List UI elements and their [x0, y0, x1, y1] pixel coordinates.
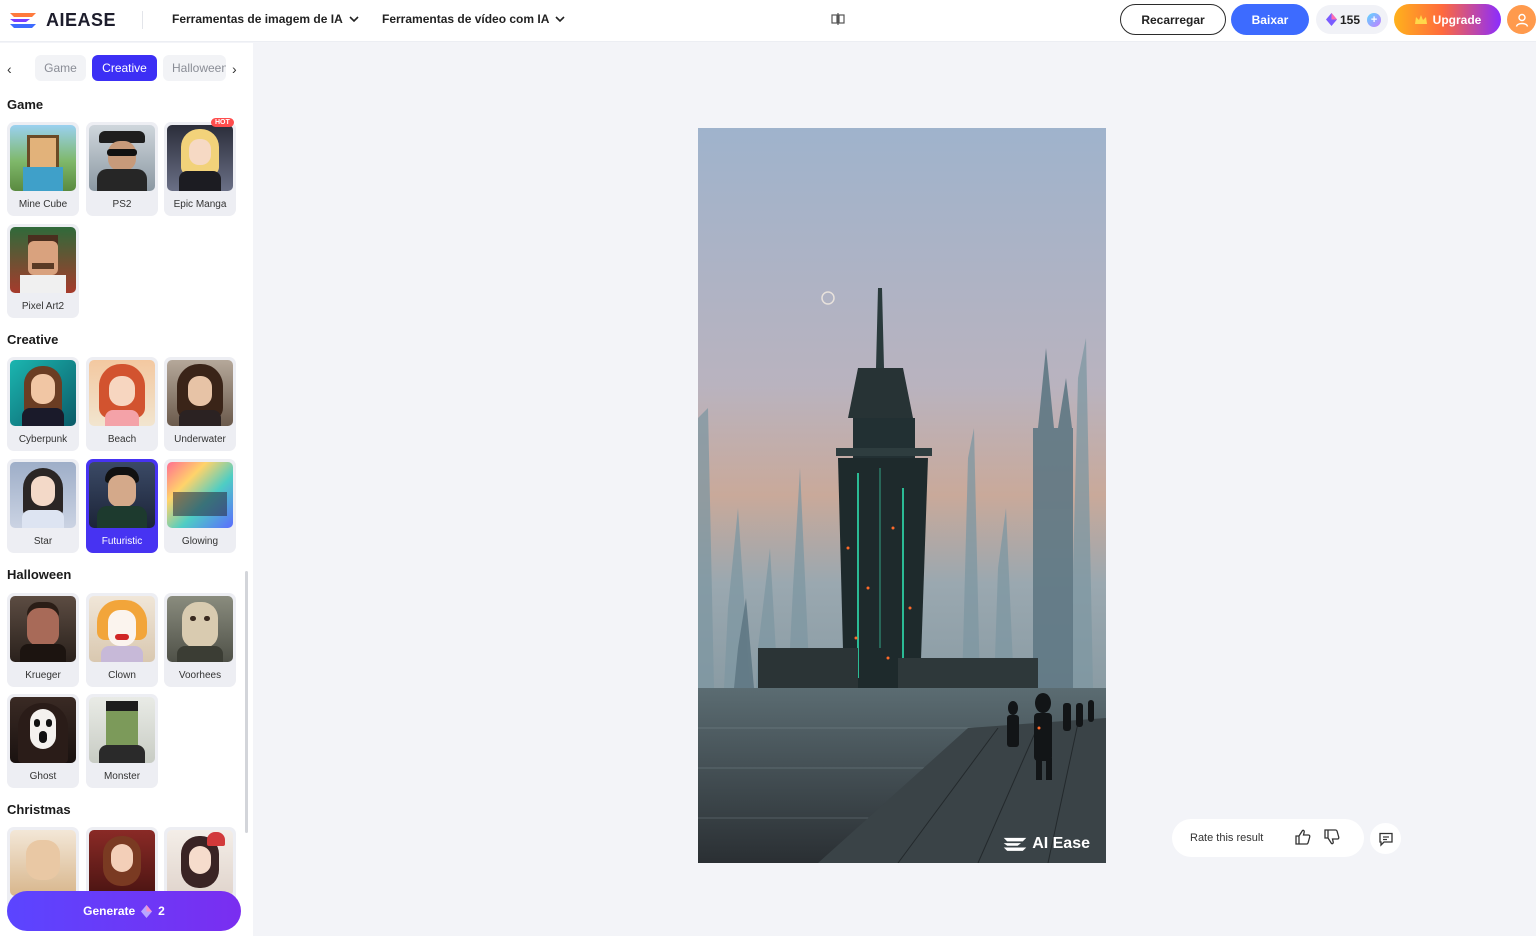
style-card-monster[interactable]: Monster	[86, 694, 158, 788]
style-card-voorhees[interactable]: Voorhees	[164, 593, 236, 687]
chevron-down-icon	[349, 16, 359, 23]
style-thumbnail	[167, 596, 233, 662]
tab-game[interactable]: Game	[35, 55, 86, 81]
style-thumbnail	[10, 125, 76, 191]
style-card-clown[interactable]: Clown	[86, 593, 158, 687]
menu-video-tools-label: Ferramentas de vídeo com IA	[382, 12, 550, 26]
style-thumbnail	[89, 697, 155, 763]
upgrade-label: Upgrade	[1432, 12, 1482, 27]
section-title-halloween: Halloween	[7, 567, 72, 582]
style-sidebar: ‹ Game Creative Halloween › Game Mine Cu…	[0, 43, 253, 936]
rating-panel: Rate this result	[1172, 819, 1364, 857]
style-thumbnail	[167, 125, 233, 191]
tabs-prev-icon[interactable]: ‹	[7, 61, 12, 77]
style-thumbnail	[10, 830, 76, 896]
style-label: Monster	[103, 771, 141, 782]
style-thumbnail	[10, 360, 76, 426]
menu-image-tools[interactable]: Ferramentas de imagem de IA	[172, 12, 359, 26]
logo-icon	[10, 13, 36, 28]
section-title-game: Game	[7, 97, 44, 112]
style-thumbnail	[89, 462, 155, 528]
rating-label: Rate this result	[1190, 832, 1264, 844]
generate-cost: 2	[158, 904, 165, 918]
watermark-text: AI Ease	[1032, 835, 1090, 852]
top-header: AIEASE Ferramentas de imagem de IA Ferra…	[0, 0, 1536, 42]
logo-text: AIEASE	[46, 9, 117, 30]
tab-creative[interactable]: Creative	[92, 55, 157, 81]
style-card-futuristic[interactable]: Futuristic	[86, 459, 158, 553]
style-label: Krueger	[25, 670, 61, 681]
style-card-krueger[interactable]: Krueger	[7, 593, 79, 687]
style-card-beach[interactable]: Beach	[86, 357, 158, 451]
feedback-button[interactable]	[1370, 823, 1401, 854]
style-label: Clown	[108, 670, 136, 681]
style-label: Cyberpunk	[18, 434, 68, 445]
style-label: Epic Manga	[173, 199, 227, 210]
user-icon	[1515, 13, 1528, 27]
compare-icon[interactable]	[830, 11, 846, 32]
style-thumbnail	[167, 360, 233, 426]
add-credits-icon[interactable]: +	[1367, 12, 1382, 27]
section-title-christmas: Christmas	[7, 802, 71, 817]
generate-label: Generate	[83, 904, 136, 918]
style-label: Voorhees	[178, 670, 222, 681]
generate-button[interactable]: Generate 2	[7, 891, 241, 931]
style-card-cyberpunk[interactable]: Cyberpunk	[7, 357, 79, 451]
style-label: Pixel Art2	[21, 301, 65, 312]
recharge-button[interactable]: Recarregar	[1120, 4, 1226, 35]
style-card-glowing[interactable]: Glowing	[164, 459, 236, 553]
style-card-underwater[interactable]: Underwater	[164, 357, 236, 451]
hot-badge: HOT	[211, 118, 234, 127]
style-thumbnail	[10, 697, 76, 763]
crown-icon	[1414, 14, 1427, 24]
gem-icon	[1326, 13, 1337, 26]
style-label: Futuristic	[101, 536, 143, 547]
logo[interactable]: AIEASE	[8, 9, 116, 31]
menu-video-tools[interactable]: Ferramentas de vídeo com IA	[382, 12, 565, 26]
style-thumbnail	[89, 125, 155, 191]
chevron-down-icon	[555, 16, 565, 23]
header-divider	[142, 11, 143, 29]
gem-icon	[141, 904, 153, 918]
tabs-next-icon[interactable]: ›	[232, 61, 237, 77]
style-card-ps2[interactable]: PS2	[86, 122, 158, 216]
style-card-star[interactable]: Star	[7, 459, 79, 553]
credits-count: 155	[1340, 12, 1361, 27]
download-button[interactable]: Baixar	[1231, 4, 1309, 35]
style-thumbnail	[10, 227, 76, 293]
style-card-pixel-art2[interactable]: Pixel Art2	[7, 224, 79, 318]
style-label: Mine Cube	[18, 199, 68, 210]
tab-halloween[interactable]: Halloween	[163, 55, 226, 81]
style-label: Underwater	[174, 434, 226, 445]
style-thumbnail	[89, 830, 155, 896]
logo-icon	[1003, 837, 1027, 851]
style-thumbnail	[167, 830, 233, 896]
style-card-ghost[interactable]: Ghost	[7, 694, 79, 788]
style-label: Beach	[107, 434, 137, 445]
watermark: AI Ease	[1002, 835, 1090, 853]
style-label: Star	[33, 536, 53, 547]
style-thumbnail	[10, 596, 76, 662]
style-thumbnail	[89, 596, 155, 662]
user-avatar[interactable]	[1507, 5, 1536, 34]
menu-image-tools-label: Ferramentas de imagem de IA	[172, 12, 343, 26]
futuristic-city-image	[698, 128, 1106, 863]
style-thumbnail	[167, 462, 233, 528]
style-card-epic-manga[interactable]: HOT Epic Manga	[164, 118, 236, 216]
style-label: PS2	[112, 199, 132, 210]
style-thumbnail	[10, 462, 76, 528]
thumbs-up-icon[interactable]	[1294, 828, 1312, 849]
credits-badge[interactable]: 155 +	[1316, 5, 1388, 34]
result-image: AI Ease	[698, 128, 1106, 863]
section-title-creative: Creative	[7, 332, 59, 347]
style-label: Glowing	[181, 536, 219, 547]
chat-icon	[1378, 832, 1393, 847]
style-thumbnail	[89, 360, 155, 426]
style-label: Ghost	[29, 771, 57, 782]
category-tabs: ‹ Game Creative Halloween ›	[0, 54, 253, 82]
upgrade-button[interactable]: Upgrade	[1394, 4, 1501, 35]
sidebar-scrollbar[interactable]	[245, 571, 248, 833]
thumbs-down-icon[interactable]	[1323, 828, 1341, 849]
style-card-mine-cube[interactable]: Mine Cube	[7, 122, 79, 216]
